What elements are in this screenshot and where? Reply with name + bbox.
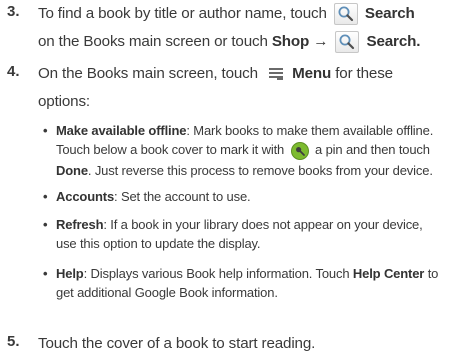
step-3-line-1-text: To find a book by title or author name, … (38, 5, 327, 22)
step-4-line-1-after: for these (335, 65, 393, 82)
bullet-1-line-1: Make available offline: Mark books to ma… (56, 121, 466, 140)
bullet-3-line-2: use this option to update the display. (56, 236, 261, 251)
bullet-dot: • (43, 189, 48, 204)
bullet-accounts: • Accounts: Set the account to use. (43, 187, 466, 206)
done-label: Done (56, 162, 88, 178)
bullet-4-line-2: get additional Google Book information. (56, 285, 278, 300)
bullet-make-available-offline: • Make available offline: Mark books to … (43, 121, 466, 180)
menu-label: Menu (292, 65, 332, 82)
bullet-1-title: Make available offline (56, 123, 187, 138)
search-label-2: Search. (366, 33, 421, 50)
bullet-1-line-3-text: . Just reverse this process to remove bo… (87, 162, 433, 178)
bullet-1-line-2-before: Touch below a book cover to mark it with (56, 142, 285, 157)
bullet-1-text: : Mark books to make them available offl… (186, 123, 434, 138)
bullet-dot: • (43, 217, 48, 232)
step-5-text: Touch the cover of a book to start readi… (38, 335, 316, 352)
bullet-4-text: : Displays various Book help information… (83, 266, 350, 281)
bullet-dot: • (43, 123, 48, 138)
step-number-4: 4. (7, 63, 20, 80)
search-label: Search (364, 5, 415, 22)
search-icon (335, 30, 360, 53)
pin-icon (290, 141, 310, 161)
step-number-5: 5. (7, 333, 20, 350)
bullet-2-text: : Set the account to use. (114, 189, 251, 204)
shop-label: Shop (271, 33, 310, 50)
help-center-label: Help Center (352, 266, 425, 281)
search-icon (333, 2, 358, 25)
bullet-2-title: Accounts (56, 189, 115, 204)
step-number-3: 3. (7, 3, 20, 20)
bullet-4-title: Help (56, 266, 84, 281)
step-4-line-1-text: On the Books main screen, touch (38, 65, 258, 82)
bullet-3-title: Refresh (56, 217, 104, 232)
bullet-dot: • (43, 266, 48, 281)
bullet-1-line-2: Touch below a book cover to mark it with… (56, 140, 466, 161)
bullet-4-line-1-after: to (427, 266, 439, 281)
bullet-3-line-1: Refresh: If a book in your library does … (56, 215, 466, 234)
bullet-refresh: • Refresh: If a book in your library doe… (43, 215, 466, 253)
document-page: 3. To find a book by title or author nam… (0, 0, 472, 364)
step-4-line-1: On the Books main screen, touch Menu for… (38, 60, 468, 88)
bullet-2-line-1: Accounts: Set the account to use. (56, 187, 466, 206)
bullet-help: • Help: Displays various Book help infor… (43, 264, 466, 302)
bullet-1-line-3: Done. Just reverse this process to remov… (56, 161, 466, 180)
bullet-3-text: : If a book in your library does not app… (103, 217, 423, 232)
menu-icon (265, 64, 285, 84)
step-3-text: To find a book by title or author name, … (38, 0, 468, 56)
step-4-text: On the Books main screen, touch Menu for… (38, 60, 468, 116)
bullet-1-line-2-after: a pin and then touch (315, 142, 430, 157)
step-4-line-2: options: (38, 93, 90, 110)
arrow-glyph: → (313, 33, 329, 50)
bullet-4-line-1: Help: Displays various Book help informa… (56, 264, 466, 283)
step-3-line-2: on the Books main screen or touch Shop →… (38, 28, 468, 56)
step-3-line-2-text: on the Books main screen or touch (38, 33, 268, 50)
step-3-line-1: To find a book by title or author name, … (38, 0, 468, 28)
